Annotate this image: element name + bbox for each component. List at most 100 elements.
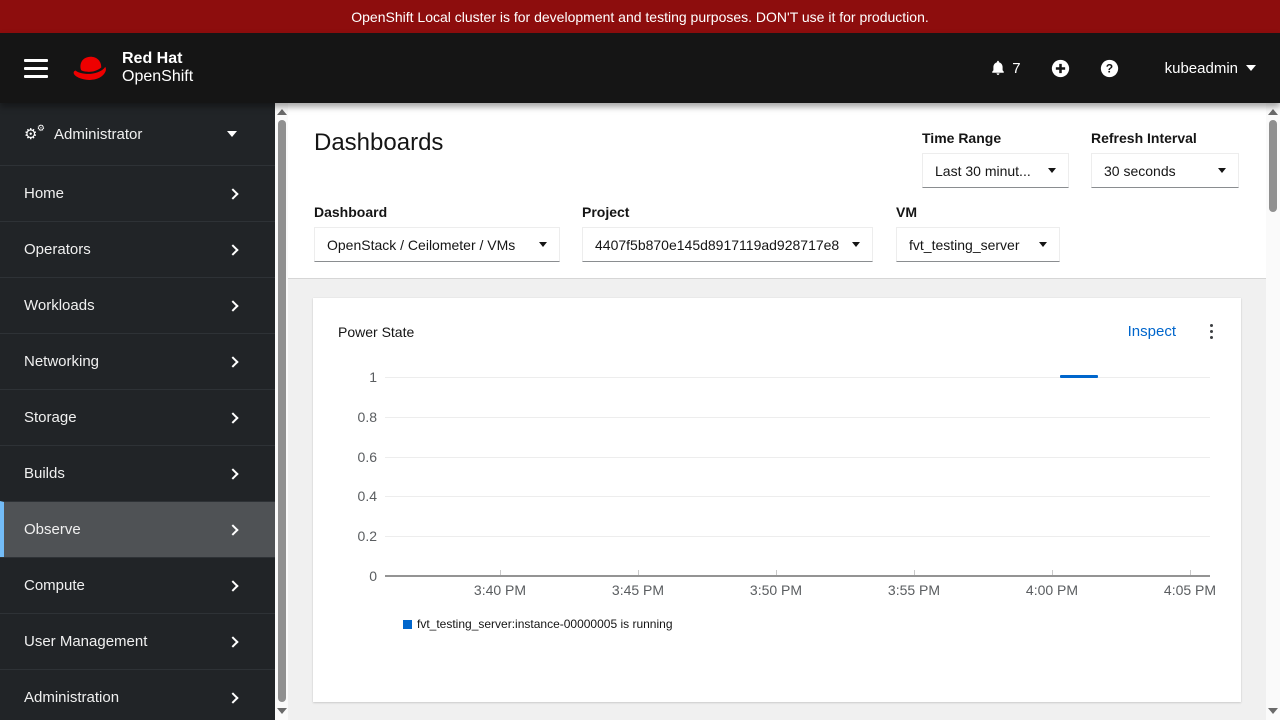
dashboard-label: Dashboard (314, 204, 388, 220)
banner-text: OpenShift Local cluster is for developme… (351, 8, 929, 25)
x-tick-mark (914, 570, 915, 575)
y-tick-label: 0.8 (357, 409, 377, 425)
chevron-right-icon (227, 691, 239, 704)
y-tick-label: 0.6 (357, 449, 377, 465)
sidebar-item-workloads[interactable]: Workloads (0, 277, 275, 333)
scroll-up-icon[interactable] (276, 109, 287, 115)
caret-down-icon (852, 242, 860, 247)
brand-line2: OpenShift (122, 68, 194, 85)
time-range-label: Time Range (922, 130, 1002, 146)
x-tick-mark (1190, 570, 1191, 575)
time-range-select[interactable]: Last 30 minut... (922, 153, 1069, 188)
page-title: Dashboards (314, 129, 444, 156)
brand-line1: Red Hat (122, 50, 183, 68)
notification-count: 7 (1012, 59, 1021, 77)
masthead: Red Hat OpenShift 7 ? kubeadmin (0, 33, 1280, 103)
page-scrollbar-thumb[interactable] (1269, 120, 1277, 212)
chevron-right-icon (227, 523, 239, 536)
dashboard-grid: Power State Inspect 1 0.8 0.6 0.4 0.2 0 … (288, 278, 1266, 720)
chevron-right-icon (227, 243, 239, 256)
scroll-down-icon[interactable] (276, 708, 287, 714)
chevron-right-icon (227, 635, 239, 648)
refresh-interval-filter: Refresh Interval 30 seconds (1091, 130, 1239, 188)
caret-down-icon (1039, 242, 1047, 247)
chart-gridline (385, 536, 1210, 537)
caret-down-icon (1218, 168, 1226, 173)
x-tick-label: 3:50 PM (749, 582, 803, 598)
vm-select[interactable]: fvt_testing_server (896, 227, 1060, 262)
brand-text: Red Hat OpenShift (122, 50, 193, 85)
main-content: Dashboards Time Range Last 30 minut... R… (288, 103, 1266, 720)
sidebar-item-storage[interactable]: Storage (0, 389, 275, 445)
legend-label: fvt_testing_server:instance-00000005 is … (417, 617, 673, 631)
chevron-right-icon (227, 299, 239, 312)
x-tick-mark (500, 570, 501, 575)
sidebar-item-builds[interactable]: Builds (0, 445, 275, 501)
scroll-down-icon[interactable] (1268, 708, 1278, 714)
x-tick-label: 4:05 PM (1163, 582, 1217, 598)
chevron-right-icon (227, 355, 239, 368)
perspective-label: Administrator (54, 125, 143, 143)
refresh-interval-select[interactable]: 30 seconds (1091, 153, 1239, 188)
add-button[interactable] (1051, 59, 1070, 78)
power-state-card: Power State Inspect 1 0.8 0.6 0.4 0.2 0 … (313, 298, 1241, 702)
chevron-right-icon (227, 467, 239, 480)
hamburger-icon (24, 58, 48, 62)
page-header: Dashboards Time Range Last 30 minut... R… (288, 103, 1266, 278)
sidebar-scrollbar[interactable] (275, 103, 288, 720)
y-tick-label: 0 (369, 568, 377, 584)
project-filter: Project 4407f5b870e145d8917119ad928717e8 (582, 204, 873, 262)
chevron-right-icon (227, 411, 239, 424)
sidebar-scrollbar-thumb[interactable] (277, 120, 286, 702)
x-tick-mark (776, 570, 777, 575)
svg-text:?: ? (1105, 61, 1112, 75)
x-tick-mark (638, 570, 639, 575)
chart-gridline (385, 496, 1210, 497)
vm-filter: VM fvt_testing_server (896, 204, 1060, 262)
sidebar-item-compute[interactable]: Compute (0, 557, 275, 613)
page-scrollbar[interactable] (1266, 103, 1280, 720)
chevron-right-icon (227, 187, 239, 200)
x-tick-label: 3:55 PM (887, 582, 941, 598)
time-range-filter: Time Range Last 30 minut... (922, 130, 1069, 188)
notifications-button[interactable]: 7 (990, 59, 1021, 77)
x-tick-mark (1052, 570, 1053, 575)
sidebar-item-networking[interactable]: Networking (0, 333, 275, 389)
sidebar-item-home[interactable]: Home (0, 165, 275, 221)
caret-down-icon (1048, 168, 1056, 173)
help-button[interactable]: ? (1100, 59, 1119, 78)
brand-logo[interactable]: Red Hat OpenShift (70, 50, 193, 85)
vm-label: VM (896, 204, 917, 220)
chart-gridline (385, 417, 1210, 418)
legend-swatch (403, 619, 412, 629)
power-state-chart: 1 0.8 0.6 0.4 0.2 0 3:40 PM 3:45 PM 3:50… (313, 298, 1241, 702)
project-label: Project (582, 204, 630, 220)
x-tick-label: 3:40 PM (473, 582, 527, 598)
caret-down-icon (227, 131, 237, 137)
user-menu[interactable]: kubeadmin (1165, 60, 1256, 77)
redhat-fedora-icon (73, 56, 106, 80)
x-tick-label: 3:45 PM (611, 582, 665, 598)
sidebar-item-observe[interactable]: Observe (0, 501, 275, 557)
dashboard-select[interactable]: OpenStack / Ceilometer / VMs (314, 227, 560, 262)
project-select[interactable]: 4407f5b870e145d8917119ad928717e8 (582, 227, 873, 262)
question-circle-icon: ? (1100, 59, 1118, 77)
chart-x-axis (385, 575, 1210, 577)
perspective-switcher[interactable]: ⚙ ⚙ Administrator (0, 103, 275, 165)
dev-warning-banner: OpenShift Local cluster is for developme… (0, 0, 1280, 33)
sidebar-item-operators[interactable]: Operators (0, 221, 275, 277)
x-tick-label: 4:00 PM (1025, 582, 1079, 598)
username: kubeadmin (1164, 59, 1238, 77)
y-tick-label: 0.4 (357, 488, 377, 504)
chart-legend-item: fvt_testing_server:instance-00000005 is … (403, 617, 673, 631)
chart-gridline (385, 457, 1210, 458)
cogs-icon: ⚙ ⚙ (24, 122, 45, 143)
bell-icon (992, 60, 1005, 75)
caret-down-icon (539, 242, 547, 247)
scroll-up-icon[interactable] (1268, 109, 1278, 115)
plus-circle-icon (1051, 59, 1069, 77)
nav-toggle-button[interactable] (24, 50, 48, 87)
sidebar-item-administration[interactable]: Administration (0, 669, 275, 720)
sidebar-item-user-management[interactable]: User Management (0, 613, 275, 669)
caret-down-icon (1246, 65, 1256, 71)
